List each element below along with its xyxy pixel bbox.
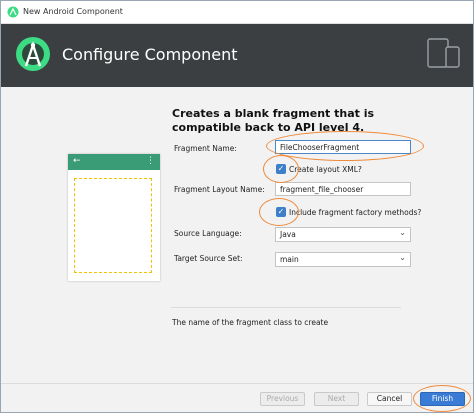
window-title: New Android Component	[23, 7, 123, 16]
previous-button[interactable]: Previous	[260, 392, 305, 406]
wizard-footer: Previous Next Cancel Finish	[1, 383, 473, 412]
phone-tablet-icon	[426, 37, 462, 73]
layout-name-input[interactable]: fragment_file_chooser	[275, 182, 411, 196]
finish-button[interactable]: Finish	[420, 392, 465, 406]
fragment-preview: ← ⋮	[68, 154, 160, 281]
divider	[171, 307, 401, 308]
factory-methods-label: Include fragment factory methods?	[289, 208, 422, 217]
cancel-button[interactable]: Cancel	[367, 392, 412, 406]
create-layout-label: Create layout XML?	[289, 165, 362, 174]
factory-methods-checkbox[interactable]: ✓	[276, 207, 286, 217]
android-studio-logo-icon	[15, 36, 51, 76]
source-language-value: Java	[280, 230, 296, 239]
fragment-placeholder	[74, 178, 152, 273]
overflow-menu-icon: ⋮	[146, 156, 155, 166]
wizard-content: Creates a blank fragment that is compati…	[1, 87, 473, 383]
create-layout-checkbox[interactable]: ✓	[276, 164, 286, 174]
title-bar: New Android Component	[1, 1, 473, 24]
header-title: Configure Component	[62, 45, 238, 64]
dialog-window: New Android Component Configure Componen…	[0, 0, 474, 413]
source-language-label: Source Language:	[174, 229, 242, 238]
template-description: Creates a blank fragment that is compati…	[172, 107, 375, 134]
wizard-header: Configure Component	[1, 24, 473, 87]
layout-name-label: Fragment Layout Name:	[174, 185, 265, 194]
source-language-select[interactable]: Java ⌄	[275, 227, 411, 242]
field-hint: The name of the fragment class to create	[172, 318, 329, 327]
preview-app-bar: ← ⋮	[68, 154, 160, 170]
back-arrow-icon: ←	[73, 156, 81, 166]
fragment-name-label: Fragment Name:	[174, 144, 237, 153]
fragment-name-input[interactable]: FileChooserFragment	[275, 140, 411, 154]
target-source-select[interactable]: main ⌄	[275, 252, 411, 267]
next-button[interactable]: Next	[314, 392, 359, 406]
target-source-value: main	[280, 255, 299, 264]
android-studio-icon	[7, 6, 19, 20]
chevron-down-icon: ⌄	[399, 253, 406, 262]
target-source-label: Target Source Set:	[174, 254, 243, 263]
chevron-down-icon: ⌄	[399, 228, 406, 237]
